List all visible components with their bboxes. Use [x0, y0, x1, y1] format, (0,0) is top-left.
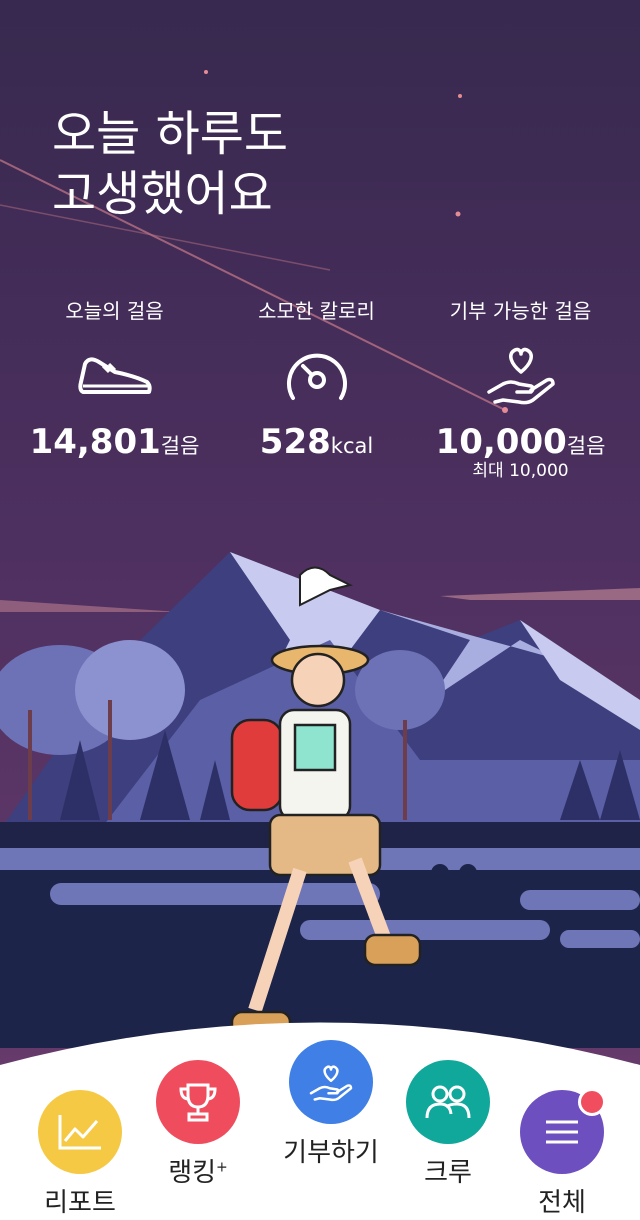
ranking-circle[interactable]	[156, 1060, 240, 1144]
donatable-steps-max: 최대 10,000	[472, 461, 569, 481]
greeting-line-1: 오늘 하루도	[52, 106, 289, 162]
calories-stat: 소모한 칼로리 528kcal	[210, 296, 423, 464]
report-circle[interactable]	[38, 1090, 122, 1174]
ranking-label: 랭킹+	[152, 1152, 244, 1189]
greeting-line-2: 고생했어요	[52, 166, 273, 222]
line-chart-icon	[58, 1115, 101, 1150]
greeting-headline: 오늘 하루도 고생했어요	[52, 104, 288, 224]
people-icon	[425, 1085, 471, 1119]
report-label: 리포트	[44, 1188, 116, 1218]
donatable-steps-value: 10,000	[435, 422, 567, 462]
all-menu-label: 전체	[538, 1188, 586, 1218]
report-button[interactable]: 리포트	[34, 1090, 126, 1219]
donate-button[interactable]: 기부하기	[278, 1040, 384, 1169]
ranking-plus-sup: +	[216, 1159, 228, 1176]
donatable-steps-label: 기부 가능한 걸음	[449, 299, 592, 323]
trophy-icon	[179, 1083, 217, 1122]
ranking-button[interactable]: 랭킹+	[152, 1060, 244, 1189]
calories-unit: kcal	[330, 434, 374, 458]
donatable-steps-unit: 걸음	[566, 434, 606, 458]
sneaker-icon	[77, 357, 152, 394]
calories-label: 소모한 칼로리	[258, 299, 375, 323]
crew-label: 크루	[424, 1158, 472, 1188]
today-steps-value: 14,801	[29, 422, 161, 462]
donatable-steps-stat: 기부 가능한 걸음 10,000걸음 최대 10,000	[414, 296, 627, 480]
crew-button[interactable]: 크루	[402, 1060, 494, 1189]
ranking-label-text: 랭킹	[168, 1158, 217, 1188]
notification-badge	[578, 1088, 606, 1116]
calories-value: 528	[259, 422, 331, 462]
donate-heart-hand-icon	[309, 1065, 353, 1102]
crew-circle[interactable]	[406, 1060, 490, 1144]
today-steps-unit: 걸음	[160, 434, 200, 458]
today-steps-label: 오늘의 걸음	[65, 299, 164, 323]
menu-icon	[546, 1120, 578, 1144]
today-steps-stat: 오늘의 걸음 14,801걸음	[8, 296, 221, 464]
donate-circle[interactable]	[289, 1040, 373, 1124]
all-menu-button[interactable]: 전체	[516, 1088, 608, 1219]
donate-label: 기부하기	[283, 1138, 379, 1168]
heart-hand-icon	[486, 347, 555, 405]
gauge-icon	[286, 353, 347, 400]
